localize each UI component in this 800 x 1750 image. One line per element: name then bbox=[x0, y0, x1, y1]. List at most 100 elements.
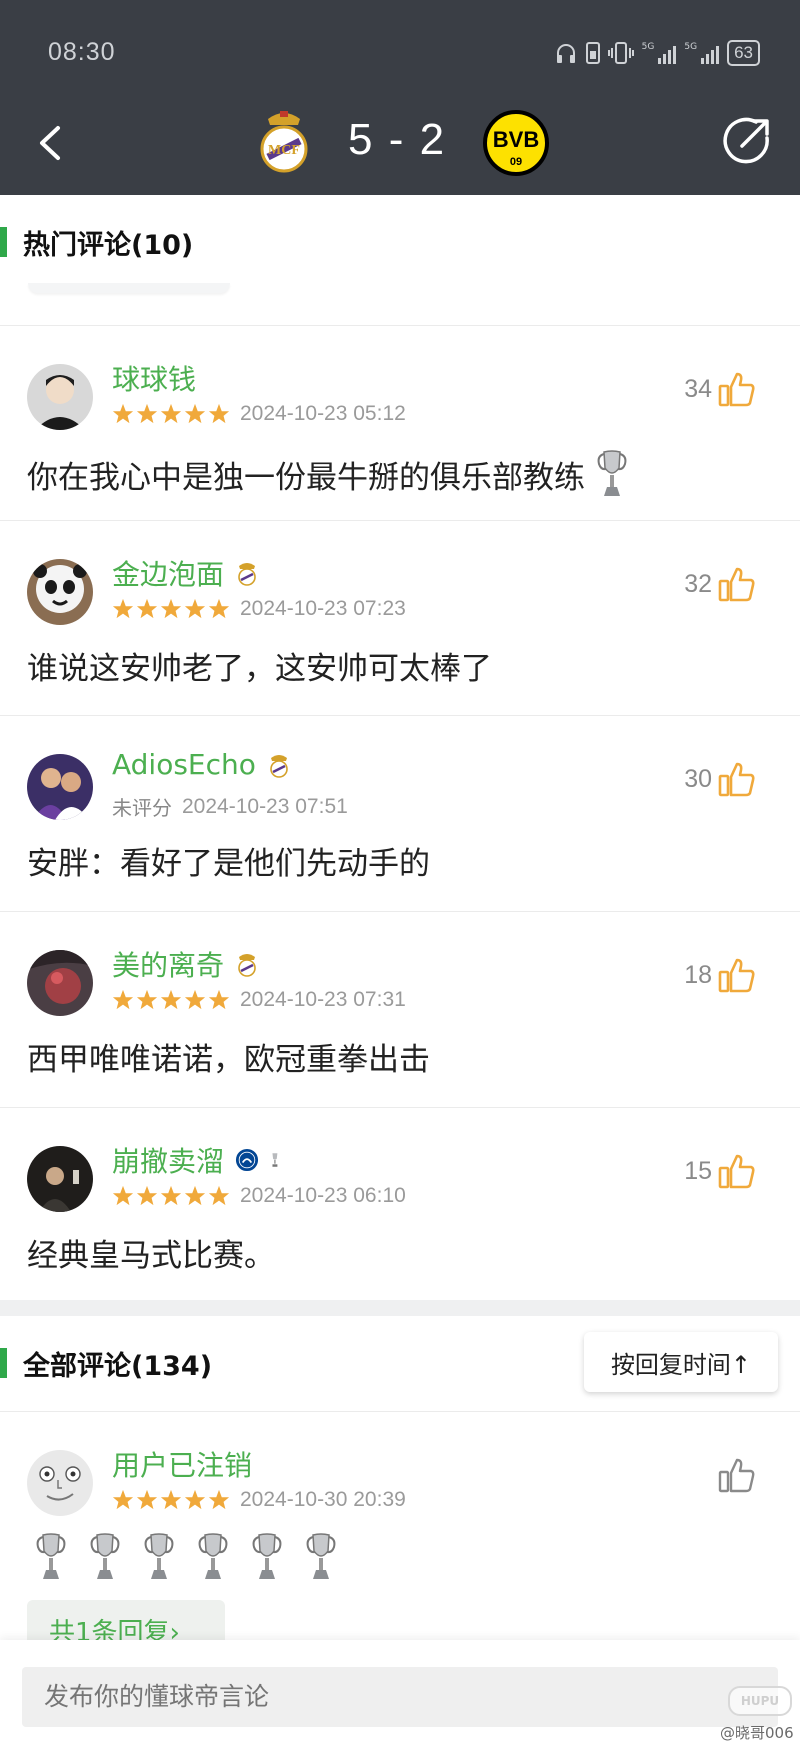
match-score: 5 - 2 bbox=[348, 115, 447, 164]
comment-item: 球球钱 2024-10-23 05:12 你在我心中是独一份最牛掰的俱乐部教练 … bbox=[0, 326, 800, 520]
tab-pill-fragment bbox=[28, 283, 230, 293]
all-comments-title: 全部评论(134) bbox=[0, 1343, 212, 1383]
username[interactable]: AdiosEcho bbox=[112, 748, 292, 781]
star-icon bbox=[112, 598, 134, 619]
username[interactable]: 金边泡面 bbox=[112, 553, 260, 593]
headphones-icon bbox=[556, 44, 575, 63]
svg-text:MCF: MCF bbox=[268, 143, 300, 158]
real-madrid-badge-icon bbox=[270, 754, 288, 778]
real-madrid-badge-icon bbox=[238, 563, 256, 586]
thumb-up-icon bbox=[718, 567, 755, 602]
comment-meta: 2024-10-23 07:23 bbox=[112, 597, 406, 621]
star-icon bbox=[208, 989, 230, 1010]
comment-date: 2024-10-23 07:51 bbox=[182, 794, 348, 818]
rating-stars bbox=[112, 1185, 230, 1207]
comment-text-body: 你在我心中是独一份最牛掰的俱乐部教练 bbox=[27, 459, 585, 496]
avatar[interactable] bbox=[27, 559, 93, 625]
real-madrid-crest-icon[interactable]: MCF bbox=[258, 109, 310, 175]
username[interactable]: 球球钱 bbox=[112, 358, 196, 398]
status-time: 08:30 bbox=[48, 38, 116, 66]
like-count: 34 bbox=[684, 374, 712, 403]
signal-2-icon: 5G bbox=[684, 42, 720, 64]
thumb-up-icon bbox=[718, 762, 755, 797]
avatar[interactable] bbox=[27, 950, 93, 1016]
username[interactable]: 用户已注销 bbox=[112, 1444, 252, 1484]
comment-date: 2024-10-23 07:23 bbox=[240, 597, 406, 620]
star-icon bbox=[184, 403, 206, 424]
trophy-icon bbox=[36, 1533, 66, 1579]
avatar[interactable] bbox=[27, 1450, 93, 1516]
star-icon bbox=[160, 989, 182, 1010]
avatar[interactable] bbox=[27, 754, 93, 820]
comment-meta: 2024-10-23 06:10 bbox=[112, 1184, 406, 1208]
share-icon[interactable] bbox=[722, 116, 772, 166]
comment-text: 经典皇马式比赛。 bbox=[27, 1238, 275, 1274]
comment-text: 谁说这安帅老了，这安帅可太棒了 bbox=[27, 651, 492, 687]
trophy-icon bbox=[272, 1153, 278, 1167]
star-icon bbox=[136, 989, 158, 1010]
trophy-icon bbox=[144, 1533, 174, 1579]
like-count: 15 bbox=[684, 1156, 712, 1185]
like-button[interactable]: 34 bbox=[684, 370, 756, 408]
bvb-crest-icon[interactable]: BVB 09 bbox=[482, 109, 550, 177]
like-button[interactable]: 18 bbox=[684, 956, 756, 994]
hot-comments-title-text: 热门评论(10) bbox=[23, 229, 194, 261]
star-icon bbox=[112, 1185, 134, 1206]
vibrate-icon bbox=[607, 42, 634, 64]
thumb-up-icon bbox=[718, 958, 755, 993]
rating-stars bbox=[112, 1489, 230, 1511]
like-button[interactable] bbox=[718, 1456, 756, 1494]
star-icon bbox=[112, 1489, 134, 1510]
star-icon bbox=[208, 1185, 230, 1206]
thumb-up-icon bbox=[718, 1154, 755, 1189]
all-comments-title-text: 全部评论(134) bbox=[23, 1350, 213, 1382]
star-icon bbox=[184, 1185, 206, 1206]
username-text: AdiosEcho bbox=[112, 748, 256, 781]
signal-1-icon: 5G bbox=[642, 42, 677, 64]
like-button[interactable]: 32 bbox=[684, 565, 756, 603]
comment-date: 2024-10-23 06:10 bbox=[240, 1184, 406, 1207]
star-icon bbox=[160, 598, 182, 619]
comment-meta: 未评分 2024-10-23 07:51 bbox=[112, 792, 348, 821]
chelsea-badge-icon bbox=[234, 1147, 260, 1173]
username-text: 用户已注销 bbox=[112, 1449, 253, 1482]
trophy-emoji-row bbox=[34, 1530, 338, 1584]
username-text: 金边泡面 bbox=[112, 558, 225, 591]
username-text: 球球钱 bbox=[112, 363, 197, 396]
star-icon bbox=[136, 598, 158, 619]
avatar[interactable] bbox=[27, 364, 93, 430]
star-icon bbox=[160, 1489, 182, 1510]
avatar[interactable] bbox=[27, 1146, 93, 1212]
comment-date: 2024-10-30 20:39 bbox=[240, 1488, 406, 1511]
unrated-label: 未评分 bbox=[112, 796, 172, 820]
comment-text: 安胖：看好了是他们先动手的 bbox=[27, 846, 430, 882]
star-icon bbox=[184, 598, 206, 619]
svg-text:09: 09 bbox=[510, 156, 522, 168]
username[interactable]: 崩撤卖溜 bbox=[112, 1140, 286, 1180]
like-button[interactable]: 30 bbox=[684, 760, 756, 798]
match-score-bar: MCF 5 - 2 BVB 09 bbox=[0, 103, 800, 183]
match-header: 08:30 5G 5G 63 MCF 5 - 2 BVB 09 bbox=[0, 0, 800, 195]
thumb-up-icon bbox=[718, 372, 755, 407]
star-icon bbox=[160, 403, 182, 424]
trophy-icon bbox=[198, 1533, 228, 1579]
username[interactable]: 美的离奇 bbox=[112, 944, 260, 984]
comment-input[interactable] bbox=[22, 1667, 778, 1727]
comment-date: 2024-10-23 05:12 bbox=[240, 402, 406, 425]
like-count: 32 bbox=[684, 569, 712, 598]
svg-text:BVB: BVB bbox=[493, 127, 539, 152]
star-icon bbox=[184, 1489, 206, 1510]
comment-item: 金边泡面 2024-10-23 07:23 谁说这安帅老了，这安帅可太棒了 32 bbox=[0, 521, 800, 715]
comment-text: 西甲唯唯诺诺，欧冠重拳出击 bbox=[27, 1042, 430, 1078]
comment-meta: 2024-10-23 07:31 bbox=[112, 988, 406, 1012]
comment-meta: 2024-10-23 05:12 bbox=[112, 402, 406, 426]
comment-date: 2024-10-23 07:31 bbox=[240, 988, 406, 1011]
star-icon bbox=[208, 1489, 230, 1510]
system-icons: 5G 5G 63 bbox=[554, 38, 760, 68]
star-icon bbox=[112, 989, 134, 1010]
trophy-icon bbox=[597, 450, 627, 496]
star-icon bbox=[208, 403, 230, 424]
sort-by-reply-time-button[interactable]: 按回复时间↑ bbox=[584, 1332, 778, 1392]
section-divider bbox=[0, 1300, 800, 1316]
like-button[interactable]: 15 bbox=[684, 1152, 756, 1190]
